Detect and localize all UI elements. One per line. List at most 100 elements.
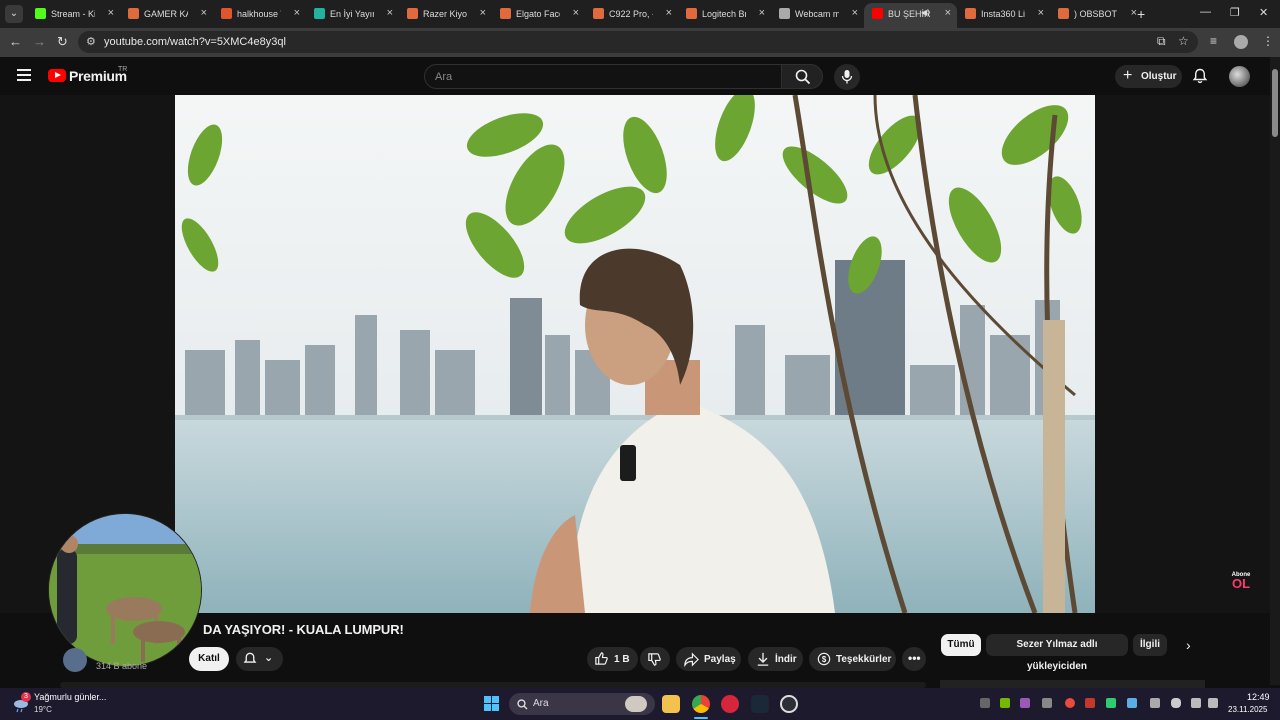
browser-tab[interactable]: En İyi Yayıncı × [306, 3, 399, 25]
close-tab-icon[interactable]: × [666, 7, 672, 19]
youtube-logo-icon[interactable] [48, 69, 66, 82]
reading-list-icon[interactable]: ≡ [1210, 34, 1217, 48]
windows-start-icon[interactable] [484, 696, 500, 712]
site-info-icon[interactable]: ⚙ [86, 35, 96, 48]
minimize-button[interactable]: — [1200, 6, 1211, 18]
maximize-button[interactable]: ❐ [1230, 6, 1240, 19]
clock-time[interactable]: 12:49 [1247, 692, 1270, 702]
audio-playing-icon[interactable]: ◀) [921, 8, 930, 17]
dislike-button[interactable] [640, 647, 670, 671]
video-player[interactable] [175, 95, 1095, 613]
browser-tab[interactable]: Stream - Kick × [27, 3, 120, 25]
create-button[interactable]: + Oluştur [1115, 65, 1182, 88]
tray-steam-icon[interactable] [1127, 698, 1137, 708]
forward-button[interactable]: → [33, 34, 46, 49]
tray-red-app-icon[interactable] [1085, 698, 1095, 708]
chip-related[interactable]: İlgili [1133, 634, 1167, 656]
close-tab-icon[interactable]: × [201, 7, 207, 19]
taskbar-search[interactable]: Ara [509, 693, 655, 715]
notification-bell-button[interactable]: ⌄ [236, 647, 283, 671]
close-window-button[interactable]: ✕ [1259, 6, 1268, 19]
browser-tab[interactable]: ) OBSBOT Tiny× [1050, 3, 1143, 25]
search-icon [795, 69, 811, 85]
more-actions-button[interactable]: ••• [902, 647, 926, 671]
close-tab-icon[interactable]: × [945, 7, 951, 19]
share-button[interactable]: Paylaş [676, 647, 741, 671]
steam-icon[interactable] [751, 695, 769, 713]
browser-tab[interactable]: C922 Pro, - Logitech × [585, 3, 678, 25]
next-video-thumbnail[interactable] [940, 680, 1205, 688]
tray-green-app-icon[interactable] [1106, 698, 1116, 708]
volume-icon[interactable] [1208, 698, 1218, 708]
n-icon [314, 8, 325, 19]
account-avatar[interactable] [1229, 66, 1250, 87]
browser-tab[interactable]: Webcam mu × [771, 3, 864, 25]
like-count: 1 B [614, 654, 630, 665]
bookmark-star-icon[interactable]: ☆ [1178, 34, 1189, 48]
close-tab-icon[interactable]: × [573, 7, 579, 19]
chip-from-uploader[interactable]: Sezer Yılmaz adlı yükleyiciden [986, 634, 1128, 672]
youtube-masthead: Premium TR Ara + Oluştur [0, 57, 1280, 95]
browser-tab[interactable]: GAMER KAMERASI × [120, 3, 213, 25]
join-button[interactable]: Katıl [189, 647, 229, 671]
tray-pen-icon[interactable] [1020, 698, 1030, 708]
ets-app-icon[interactable] [721, 695, 739, 713]
nvidia-icon[interactable] [1000, 698, 1010, 708]
weather-text: Yağmurlu günler... [34, 692, 107, 702]
notifications-button[interactable] [1192, 68, 1208, 89]
tray-mute-icon[interactable] [1042, 698, 1052, 708]
close-tab-icon[interactable]: × [108, 7, 114, 19]
ai-icon [128, 8, 139, 19]
scrollbar-thumb[interactable] [1272, 69, 1278, 137]
close-tab-icon[interactable]: × [480, 7, 486, 19]
close-tab-icon[interactable]: × [759, 7, 765, 19]
browser-tab[interactable]: Razer Kiyo Pro × [399, 3, 492, 25]
file-explorer-icon[interactable] [662, 695, 680, 713]
site-icon [221, 8, 232, 19]
new-tab-button[interactable]: + [1137, 6, 1145, 22]
close-tab-icon[interactable]: × [852, 7, 858, 19]
thanks-label: Teşekkürler [836, 654, 892, 665]
network-icon[interactable] [1191, 698, 1201, 708]
back-button[interactable]: ← [9, 34, 22, 49]
clock-date[interactable]: 23.11.2025 [1228, 705, 1267, 714]
globe-icon [779, 8, 790, 19]
tray-app-icon[interactable] [980, 698, 990, 708]
chip-all[interactable]: Tümü [941, 634, 981, 656]
chevron-right-icon[interactable]: › [1186, 637, 1191, 653]
address-bar[interactable]: ⚙ youtube.com/watch?v=5XMC4e8y3ql ⧉ ☆ [78, 31, 1198, 53]
like-button[interactable]: 1 B [587, 647, 638, 671]
close-tab-icon[interactable]: × [1038, 7, 1044, 19]
tab-search-button[interactable]: ⌄ [5, 5, 23, 23]
browser-tab[interactable]: Logitech Brio × [678, 3, 771, 25]
browser-tab[interactable]: Elgato Facecam × [492, 3, 585, 25]
channel-avatar[interactable] [63, 648, 87, 672]
search-input[interactable]: Ara [424, 64, 782, 89]
menu-icon[interactable] [17, 69, 31, 81]
browser-tab[interactable]: BU ŞEHİR ◀) × [864, 3, 957, 28]
close-tab-icon[interactable]: × [387, 7, 393, 19]
reload-button[interactable]: ↻ [57, 34, 68, 50]
url-text[interactable]: youtube.com/watch?v=5XMC4e8y3ql [104, 36, 286, 48]
tray-record-icon[interactable] [1065, 698, 1075, 708]
download-button[interactable]: İndir [748, 647, 803, 671]
search-button[interactable] [781, 64, 823, 89]
microphone-icon[interactable] [1171, 698, 1181, 708]
chrome-icon[interactable] [692, 695, 710, 713]
browser-tab[interactable]: Insta360 Link × [957, 3, 1050, 25]
page-scrollbar[interactable] [1270, 57, 1280, 685]
tray-usb-icon[interactable] [1150, 698, 1160, 708]
search-icon [517, 699, 528, 710]
tab-title: Webcam mu [795, 9, 839, 19]
close-tab-icon[interactable]: × [294, 7, 300, 19]
chrome-menu-icon[interactable]: ⋮ [1262, 34, 1274, 48]
voice-search-button[interactable] [834, 64, 860, 90]
profile-avatar[interactable] [1234, 35, 1248, 49]
thanks-button[interactable]: $ Teşekkürler [809, 647, 896, 671]
browser-tab[interactable]: halkhouse Webcam × [213, 3, 306, 25]
kick-icon [35, 8, 46, 19]
install-app-icon[interactable]: ⧉ [1157, 34, 1166, 49]
obs-icon[interactable] [780, 695, 798, 713]
weather-temp: 19°C [34, 705, 52, 714]
webcam-frame [49, 514, 201, 666]
